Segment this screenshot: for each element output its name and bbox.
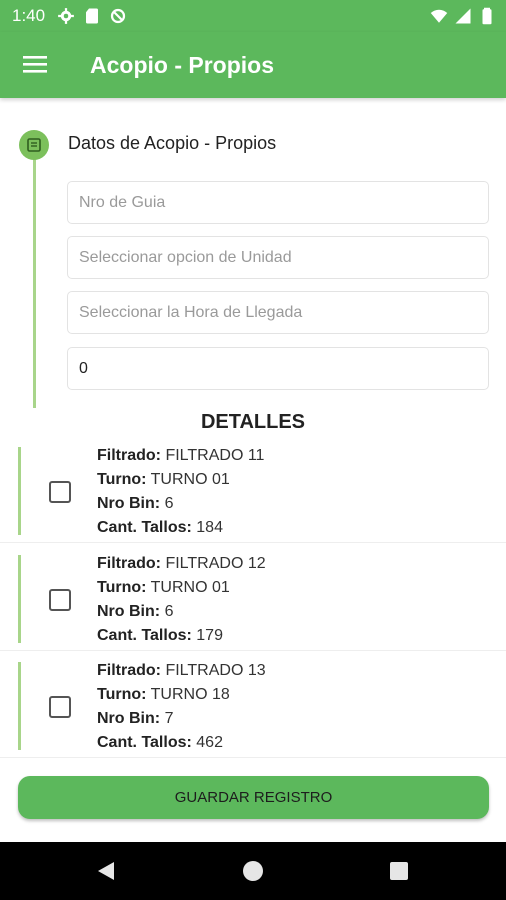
detail-checkbox[interactable]: [49, 696, 71, 718]
filtrado-label: Filtrado:: [97, 447, 161, 464]
gear-icon: [58, 8, 74, 24]
recent-apps-icon[interactable]: [390, 862, 408, 880]
quantity-input[interactable]: [68, 348, 488, 389]
unidad-select[interactable]: [67, 236, 489, 279]
sd-card-icon: [86, 8, 98, 24]
system-nav-bar: [0, 842, 506, 900]
page-title: Acopio - Propios: [90, 52, 274, 78]
bin-row: Nro Bin: 7: [97, 710, 173, 728]
turno-label: Turno:: [97, 579, 147, 596]
tallos-row: Cant. Tallos: 462: [97, 734, 223, 752]
guardar-registro-button[interactable]: GUARDAR REGISTRO: [18, 776, 489, 819]
turno-label: Turno:: [97, 686, 147, 703]
hamburger-menu-icon[interactable]: [23, 54, 47, 74]
bin-row: Nro Bin: 6: [97, 495, 173, 513]
step-indicator: [19, 130, 49, 160]
bin-label: Nro Bin:: [97, 710, 161, 727]
hora-llegada-input[interactable]: [68, 292, 488, 333]
filtrado-row: Filtrado: FILTRADO 12: [97, 555, 266, 573]
card-accent-bar: [18, 447, 21, 535]
bin-value: 7: [164, 710, 174, 727]
bin-label: Nro Bin:: [97, 603, 161, 620]
unidad-input[interactable]: [68, 237, 488, 278]
guia-input[interactable]: [68, 182, 488, 223]
card-accent-bar: [18, 662, 21, 750]
detail-card: Filtrado: FILTRADO 13 Turno: TURNO 18 Nr…: [0, 662, 506, 758]
tallos-row: Cant. Tallos: 179: [97, 627, 223, 645]
bin-row: Nro Bin: 6: [97, 603, 173, 621]
app-bar: Acopio - Propios: [0, 32, 506, 98]
turno-row: Turno: TURNO 01: [97, 579, 230, 597]
home-icon[interactable]: [243, 861, 263, 881]
bin-value: 6: [164, 495, 174, 512]
turno-row: Turno: TURNO 18: [97, 686, 230, 704]
turno-label: Turno:: [97, 471, 147, 488]
tallos-label: Cant. Tallos:: [97, 627, 192, 644]
tallos-value: 179: [196, 627, 223, 644]
turno-value: TURNO 01: [150, 579, 230, 596]
hora-llegada-picker[interactable]: [67, 291, 489, 334]
tallos-row: Cant. Tallos: 184: [97, 519, 223, 537]
detail-card: Filtrado: FILTRADO 11 Turno: TURNO 01 Nr…: [0, 447, 506, 543]
tallos-value: 462: [196, 734, 223, 751]
card-accent-bar: [18, 555, 21, 643]
tallos-label: Cant. Tallos:: [97, 734, 192, 751]
signal-icon: [455, 8, 471, 24]
filtrado-row: Filtrado: FILTRADO 11: [97, 447, 264, 465]
bin-label: Nro Bin:: [97, 495, 161, 512]
filtrado-label: Filtrado:: [97, 662, 161, 679]
tallos-label: Cant. Tallos:: [97, 519, 192, 536]
sync-icon: [110, 8, 126, 24]
detail-card: Filtrado: FILTRADO 12 Turno: TURNO 01 Nr…: [0, 555, 506, 651]
detalles-title: DETALLES: [200, 411, 306, 433]
bin-value: 6: [164, 603, 174, 620]
filtrado-value: FILTRADO 13: [165, 662, 266, 679]
quantity-field[interactable]: [67, 347, 489, 390]
turno-value: TURNO 01: [150, 471, 230, 488]
battery-icon: [482, 7, 492, 25]
detail-checkbox[interactable]: [49, 589, 71, 611]
filtrado-value: FILTRADO 12: [165, 555, 266, 572]
turno-row: Turno: TURNO 01: [97, 471, 230, 489]
status-bar: 1:40: [0, 0, 506, 32]
detail-checkbox[interactable]: [49, 481, 71, 503]
back-icon[interactable]: [97, 861, 115, 881]
guia-field[interactable]: [67, 181, 489, 224]
wifi-icon: [430, 9, 448, 23]
tallos-value: 184: [196, 519, 223, 536]
turno-value: TURNO 18: [150, 686, 230, 703]
status-time: 1:40: [12, 6, 46, 25]
filtrado-value: FILTRADO 11: [165, 447, 265, 464]
step-title: Datos de Acopio - Propios: [68, 133, 277, 153]
filtrado-row: Filtrado: FILTRADO 13: [97, 662, 266, 680]
filtrado-label: Filtrado:: [97, 555, 161, 572]
step-line: [33, 158, 36, 408]
clipboard-icon: [27, 138, 41, 152]
